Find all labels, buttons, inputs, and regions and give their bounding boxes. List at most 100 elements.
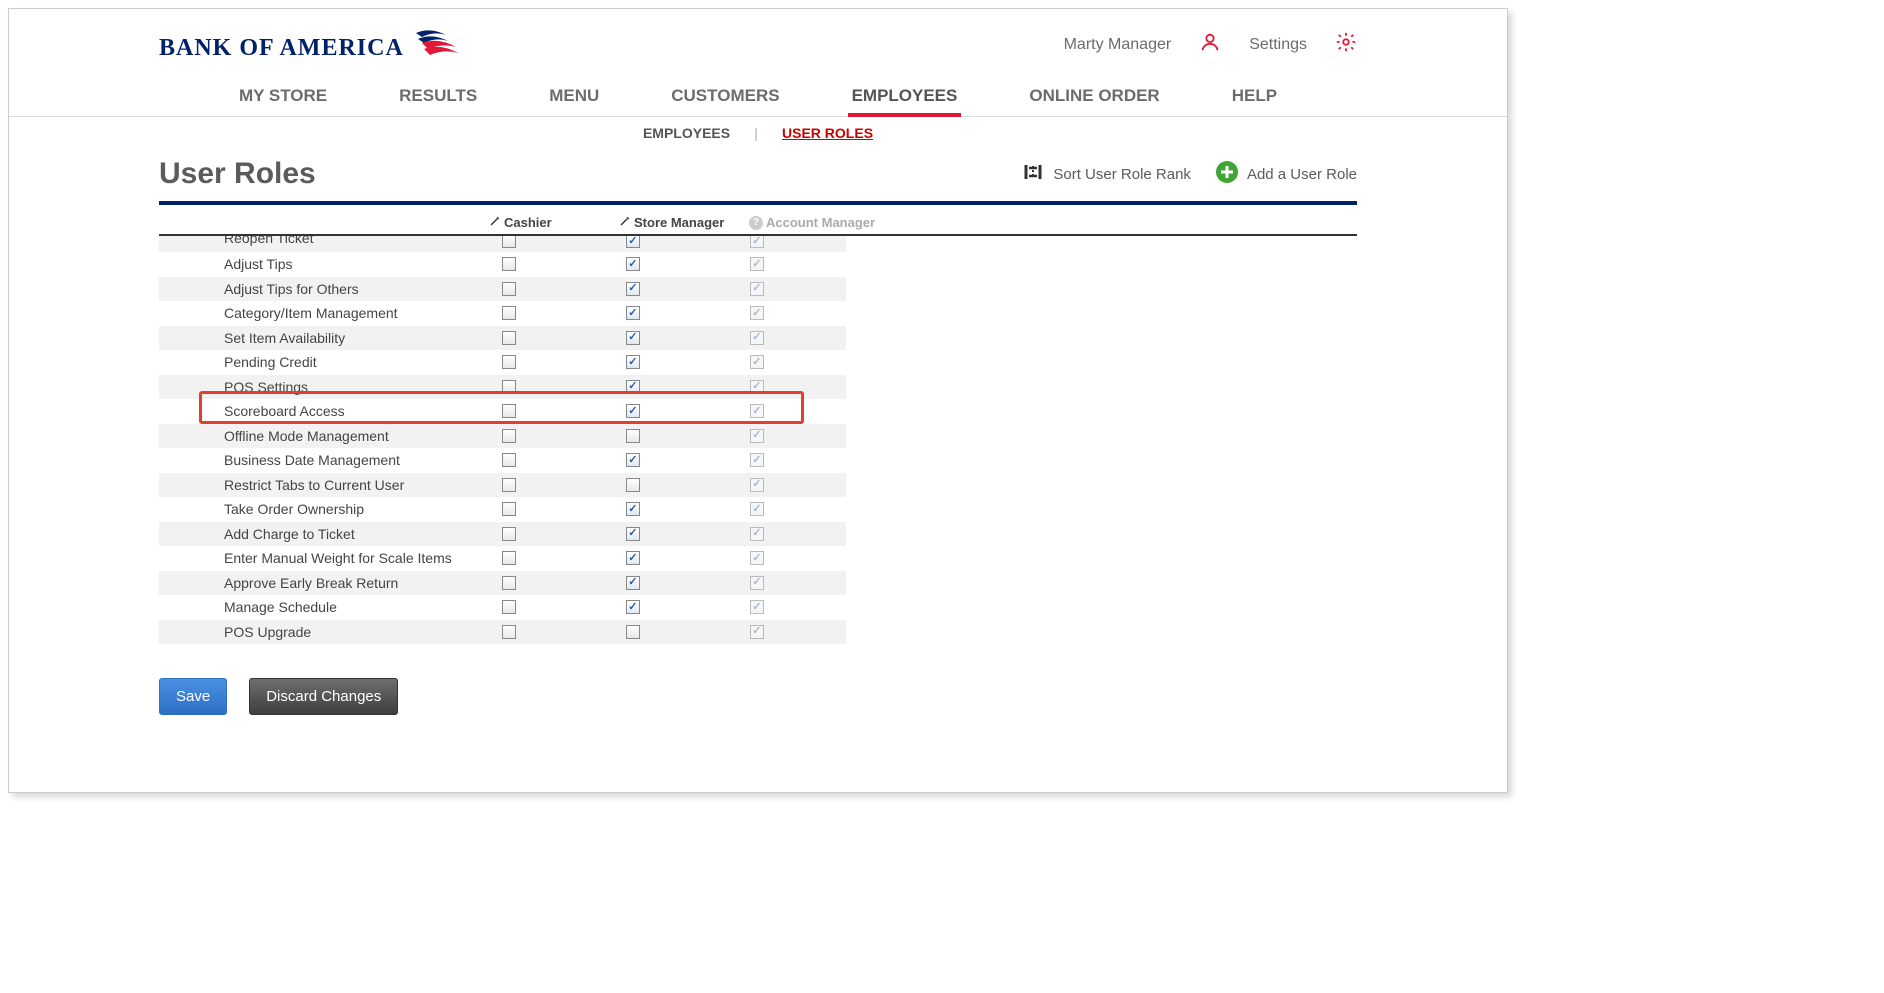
checkbox <box>750 429 764 443</box>
checkbox[interactable] <box>502 331 516 345</box>
permission-cell <box>598 600 722 614</box>
checkbox[interactable] <box>626 576 640 590</box>
permission-cell <box>722 625 846 639</box>
permission-row: Enter Manual Weight for Scale Items <box>159 546 846 571</box>
checkbox[interactable] <box>626 502 640 516</box>
title-divider <box>159 201 1357 205</box>
permission-cell <box>722 236 846 248</box>
permission-cell <box>598 306 722 320</box>
column-header-account-manager: ?Account Manager <box>749 215 879 230</box>
checkbox[interactable] <box>502 453 516 467</box>
permission-cell <box>474 355 598 369</box>
checkbox[interactable] <box>502 527 516 541</box>
permission-label: Take Order Ownership <box>159 501 474 517</box>
permission-cell <box>722 355 846 369</box>
permission-cell <box>598 236 722 248</box>
nav-item-help[interactable]: HELP <box>1230 80 1279 116</box>
nav-item-employees[interactable]: EMPLOYEES <box>850 80 960 116</box>
checkbox[interactable] <box>502 625 516 639</box>
checkbox <box>750 551 764 565</box>
permission-label: Manage Schedule <box>159 599 474 615</box>
checkbox[interactable] <box>626 257 640 271</box>
permission-label: Reopen Ticket <box>159 236 474 246</box>
sort-rank-button[interactable]: Sort User Role Rank <box>1021 160 1191 188</box>
permission-cell <box>598 331 722 345</box>
gear-icon[interactable] <box>1335 31 1357 58</box>
checkbox[interactable] <box>502 576 516 590</box>
checkbox[interactable] <box>502 306 516 320</box>
checkbox[interactable] <box>502 236 516 248</box>
checkbox[interactable] <box>626 625 640 639</box>
column-label: Cashier <box>504 215 552 230</box>
checkbox <box>750 600 764 614</box>
checkbox[interactable] <box>626 331 640 345</box>
permissions-table[interactable]: Reopen TicketAdjust TipsAdjust Tips for … <box>159 236 846 646</box>
add-role-button[interactable]: Add a User Role <box>1215 160 1357 188</box>
permission-label: Enter Manual Weight for Scale Items <box>159 550 474 566</box>
checkbox[interactable] <box>626 478 640 492</box>
nav-item-customers[interactable]: CUSTOMERS <box>669 80 781 116</box>
permission-label: Pending Credit <box>159 354 474 370</box>
permission-cell <box>474 380 598 394</box>
checkbox <box>750 453 764 467</box>
nav-item-menu[interactable]: MENU <box>547 80 601 116</box>
permission-cell <box>722 257 846 271</box>
permission-label: Adjust Tips <box>159 256 474 272</box>
user-icon[interactable] <box>1199 31 1221 58</box>
permission-cell <box>722 404 846 418</box>
sort-rank-label: Sort User Role Rank <box>1053 166 1191 183</box>
subnav-item-user-roles[interactable]: USER ROLES <box>782 125 873 141</box>
checkbox[interactable] <box>502 502 516 516</box>
permission-cell <box>474 429 598 443</box>
checkbox[interactable] <box>626 380 640 394</box>
column-header-cashier[interactable]: Cashier <box>489 215 619 230</box>
checkbox[interactable] <box>502 478 516 492</box>
header-right: Marty Manager Settings <box>1064 31 1357 58</box>
checkbox[interactable] <box>626 600 640 614</box>
checkbox[interactable] <box>502 282 516 296</box>
permission-cell <box>598 380 722 394</box>
permission-label: POS Settings <box>159 379 474 395</box>
permission-row: Restrict Tabs to Current User <box>159 473 846 498</box>
settings-link[interactable]: Settings <box>1249 36 1307 54</box>
checkbox[interactable] <box>626 404 640 418</box>
permission-label: Restrict Tabs to Current User <box>159 477 474 493</box>
checkbox[interactable] <box>626 551 640 565</box>
checkbox[interactable] <box>626 453 640 467</box>
sort-icon <box>1021 160 1045 188</box>
nav-item-online-order[interactable]: ONLINE ORDER <box>1027 80 1161 116</box>
checkbox <box>750 306 764 320</box>
permission-cell <box>474 236 598 248</box>
checkbox[interactable] <box>502 600 516 614</box>
checkbox[interactable] <box>502 404 516 418</box>
permission-cell <box>474 453 598 467</box>
permission-cell <box>474 282 598 296</box>
discard-button[interactable]: Discard Changes <box>249 678 398 715</box>
permission-cell <box>722 527 846 541</box>
checkbox[interactable] <box>626 282 640 296</box>
checkbox[interactable] <box>502 257 516 271</box>
user-name[interactable]: Marty Manager <box>1064 36 1172 54</box>
checkbox[interactable] <box>502 551 516 565</box>
nav-item-results[interactable]: RESULTS <box>397 80 479 116</box>
permission-cell <box>722 600 846 614</box>
checkbox[interactable] <box>626 355 640 369</box>
checkbox[interactable] <box>626 429 640 443</box>
column-label: Store Manager <box>634 215 724 230</box>
header: BANK OF AMERICA Marty Manager Settings <box>9 9 1507 72</box>
main-nav: MY STORE RESULTS MENU CUSTOMERS EMPLOYEES ONL… <box>9 72 1507 117</box>
checkbox[interactable] <box>502 429 516 443</box>
permission-label: Approve Early Break Return <box>159 575 474 591</box>
nav-item-my-store[interactable]: MY STORE <box>237 80 329 116</box>
checkbox[interactable] <box>502 380 516 394</box>
permission-label: Business Date Management <box>159 452 474 468</box>
checkbox[interactable] <box>502 355 516 369</box>
table-outer: Reopen TicketAdjust TipsAdjust Tips for … <box>159 236 1357 646</box>
column-header-store-manager[interactable]: Store Manager <box>619 215 749 230</box>
checkbox[interactable] <box>626 236 640 248</box>
save-button[interactable]: Save <box>159 678 227 715</box>
checkbox[interactable] <box>626 527 640 541</box>
checkbox[interactable] <box>626 306 640 320</box>
subnav-divider: | <box>754 125 758 141</box>
subnav-item-employees[interactable]: EMPLOYEES <box>643 125 730 141</box>
